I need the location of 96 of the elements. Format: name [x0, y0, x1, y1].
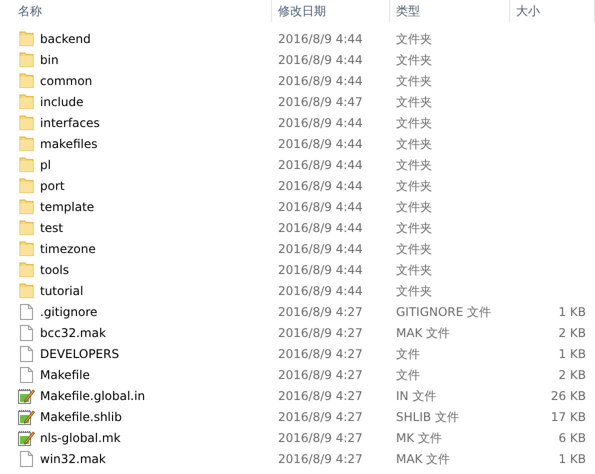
modified-date: 2016/8/9 4:44	[278, 242, 363, 256]
column-header[interactable]: 类型	[390, 0, 510, 22]
modified-date: 2016/8/9 4:27	[278, 304, 363, 318]
file-type: 文件夹	[396, 178, 432, 192]
document-icon	[20, 346, 33, 362]
file-type: 文件夹	[396, 284, 432, 298]
modified-date: 2016/8/9 4:47	[278, 94, 363, 108]
file-size: 2 KB	[558, 326, 586, 340]
folder-icon	[18, 178, 34, 193]
file-type: 文件夹	[396, 136, 432, 150]
file-type: MK 文件	[396, 430, 442, 444]
folder-icon	[18, 136, 34, 151]
file-name[interactable]: include	[40, 92, 84, 110]
modified-date: 2016/8/9 4:44	[278, 74, 363, 88]
file-type: 文件夹	[396, 220, 432, 234]
folder-icon	[18, 157, 34, 172]
file-name[interactable]: .gitignore	[40, 302, 98, 320]
file-name[interactable]: DEVELOPERS	[40, 344, 120, 362]
modified-date: 2016/8/9 4:27	[278, 452, 363, 466]
folder-icon	[18, 52, 34, 67]
modified-date: 2016/8/9 4:44	[278, 32, 363, 46]
file-type: MAK 文件	[396, 326, 450, 340]
file-type: 文件夹	[396, 158, 432, 172]
folder-icon	[18, 115, 34, 130]
notepad-pencil-icon	[18, 408, 35, 424]
document-icon	[20, 450, 33, 466]
file-size: 2 KB	[558, 368, 586, 382]
modified-date: 2016/8/9 4:27	[278, 368, 363, 382]
modified-date: 2016/8/9 4:44	[278, 200, 363, 214]
file-name[interactable]: makefiles	[40, 134, 98, 152]
file-name[interactable]: pl	[40, 156, 51, 174]
file-type: 文件夹	[396, 32, 432, 46]
file-type: GITIGNORE 文件	[396, 304, 492, 318]
file-name[interactable]: bcc32.mak	[40, 324, 106, 342]
folder-icon	[18, 94, 34, 109]
file-name[interactable]: win32.mak	[40, 450, 106, 468]
modified-date: 2016/8/9 4:44	[278, 158, 363, 172]
file-name[interactable]: interfaces	[40, 114, 100, 132]
file-name[interactable]: tools	[40, 260, 69, 278]
modified-date: 2016/8/9 4:27	[278, 388, 363, 402]
file-name[interactable]: port	[40, 176, 65, 194]
file-size: 17 KB	[550, 410, 586, 424]
file-type: SHLIB 文件	[396, 410, 459, 424]
file-type: 文件夹	[396, 200, 432, 214]
modified-date: 2016/8/9 4:27	[278, 346, 363, 360]
file-type: 文件	[396, 346, 420, 360]
file-name[interactable]: timezone	[40, 240, 96, 258]
modified-date: 2016/8/9 4:27	[278, 326, 363, 340]
file-size: 26 KB	[550, 388, 586, 402]
file-type: 文件夹	[396, 262, 432, 276]
file-name[interactable]: template	[40, 198, 94, 216]
file-type: 文件夹	[396, 94, 432, 108]
file-size: 1 KB	[558, 304, 586, 318]
notepad-pencil-icon	[18, 430, 35, 446]
file-size: 1 KB	[558, 452, 586, 466]
notepad-pencil-icon	[18, 388, 35, 404]
folder-icon	[18, 262, 34, 277]
document-icon	[20, 304, 33, 320]
file-name[interactable]: Makefile.shlib	[40, 408, 122, 426]
file-name[interactable]: bin	[40, 50, 59, 68]
modified-date: 2016/8/9 4:44	[278, 262, 363, 276]
modified-date: 2016/8/9 4:27	[278, 410, 363, 424]
file-name[interactable]: Makefile	[40, 366, 90, 384]
file-type: 文件夹	[396, 74, 432, 88]
column-header[interactable]: 修改日期	[272, 0, 390, 22]
folder-icon	[18, 241, 34, 256]
modified-date: 2016/8/9 4:44	[278, 116, 363, 130]
modified-date: 2016/8/9 4:44	[278, 52, 363, 66]
file-type: MAK 文件	[396, 452, 450, 466]
modified-date: 2016/8/9 4:44	[278, 178, 363, 192]
modified-date: 2016/8/9 4:27	[278, 430, 363, 444]
file-type: 文件	[396, 368, 420, 382]
file-size: 6 KB	[558, 430, 586, 444]
file-type: 文件夹	[396, 52, 432, 66]
document-icon	[20, 324, 33, 340]
document-icon	[20, 366, 33, 382]
file-name[interactable]: test	[40, 218, 64, 236]
folder-icon	[18, 199, 34, 214]
file-type: 文件夹	[396, 116, 432, 130]
file-name[interactable]: common	[40, 72, 92, 90]
file-name[interactable]: nls-global.mk	[40, 428, 121, 446]
file-name[interactable]: tutorial	[40, 282, 84, 300]
file-name[interactable]: backend	[40, 30, 91, 48]
file-type: IN 文件	[396, 388, 436, 402]
file-type: 文件夹	[396, 242, 432, 256]
modified-date: 2016/8/9 4:44	[278, 220, 363, 234]
modified-date: 2016/8/9 4:44	[278, 284, 363, 298]
modified-date: 2016/8/9 4:44	[278, 136, 363, 150]
folder-icon	[18, 31, 34, 46]
folder-icon	[18, 73, 34, 88]
folder-icon	[18, 283, 34, 298]
column-header[interactable]: 大小	[510, 0, 595, 22]
file-size: 1 KB	[558, 346, 586, 360]
column-header[interactable]: 名称	[0, 0, 272, 22]
folder-icon	[18, 220, 34, 235]
file-name[interactable]: Makefile.global.in	[40, 386, 146, 404]
